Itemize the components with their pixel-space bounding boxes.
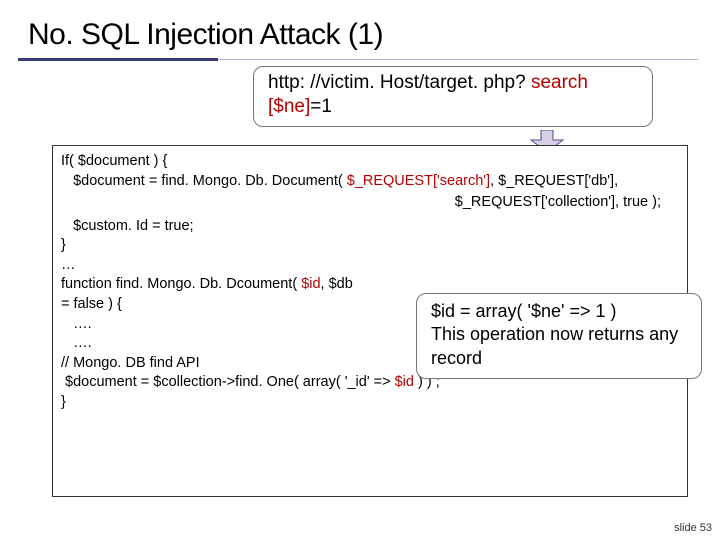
explain-line-2: This operation now returns any record (431, 323, 689, 370)
code-line: $document = find. Mongo. Db. Document( $… (61, 172, 679, 192)
url-search-param: search (531, 72, 588, 93)
code-text: , $db (321, 276, 353, 292)
code-line: … (61, 256, 679, 276)
request-search-highlight: $_REQUEST['search'] (347, 173, 490, 189)
url-ne-operator: [$ne] (268, 96, 310, 117)
code-text: $document = $collection->find. One( arra… (61, 374, 395, 390)
id-param-highlight: $id (301, 276, 320, 292)
explain-callout: $id = array( '$ne' => 1 ) This operation… (416, 293, 702, 379)
title-underline (18, 58, 698, 61)
code-line: $custom. Id = true; (61, 217, 679, 237)
id-var-highlight: $id (395, 374, 414, 390)
code-line: } (61, 236, 679, 256)
url-callout: http: //victim. Host/target. php? search… (253, 66, 653, 127)
url-prefix: http: //victim. Host/target. php? (268, 72, 531, 93)
code-text: $document = find. Mongo. Db. Document( (61, 173, 347, 189)
explain-line-1: $id = array( '$ne' => 1 ) (431, 300, 689, 323)
code-text: , $_REQUEST['db'], (490, 173, 618, 189)
code-text: function find. Mongo. Db. Dcoument( (61, 276, 301, 292)
code-line: } (61, 393, 679, 413)
code-line: If( $document ) { (61, 152, 679, 172)
url-equals: =1 (310, 96, 332, 117)
slide-number: slide 53 (674, 522, 712, 534)
slide-title: No. SQL Injection Attack (1) (0, 0, 720, 58)
code-line: function find. Mongo. Db. Dcoument( $id,… (61, 275, 679, 295)
code-line: $_REQUEST['collection'], true ); (61, 193, 679, 213)
